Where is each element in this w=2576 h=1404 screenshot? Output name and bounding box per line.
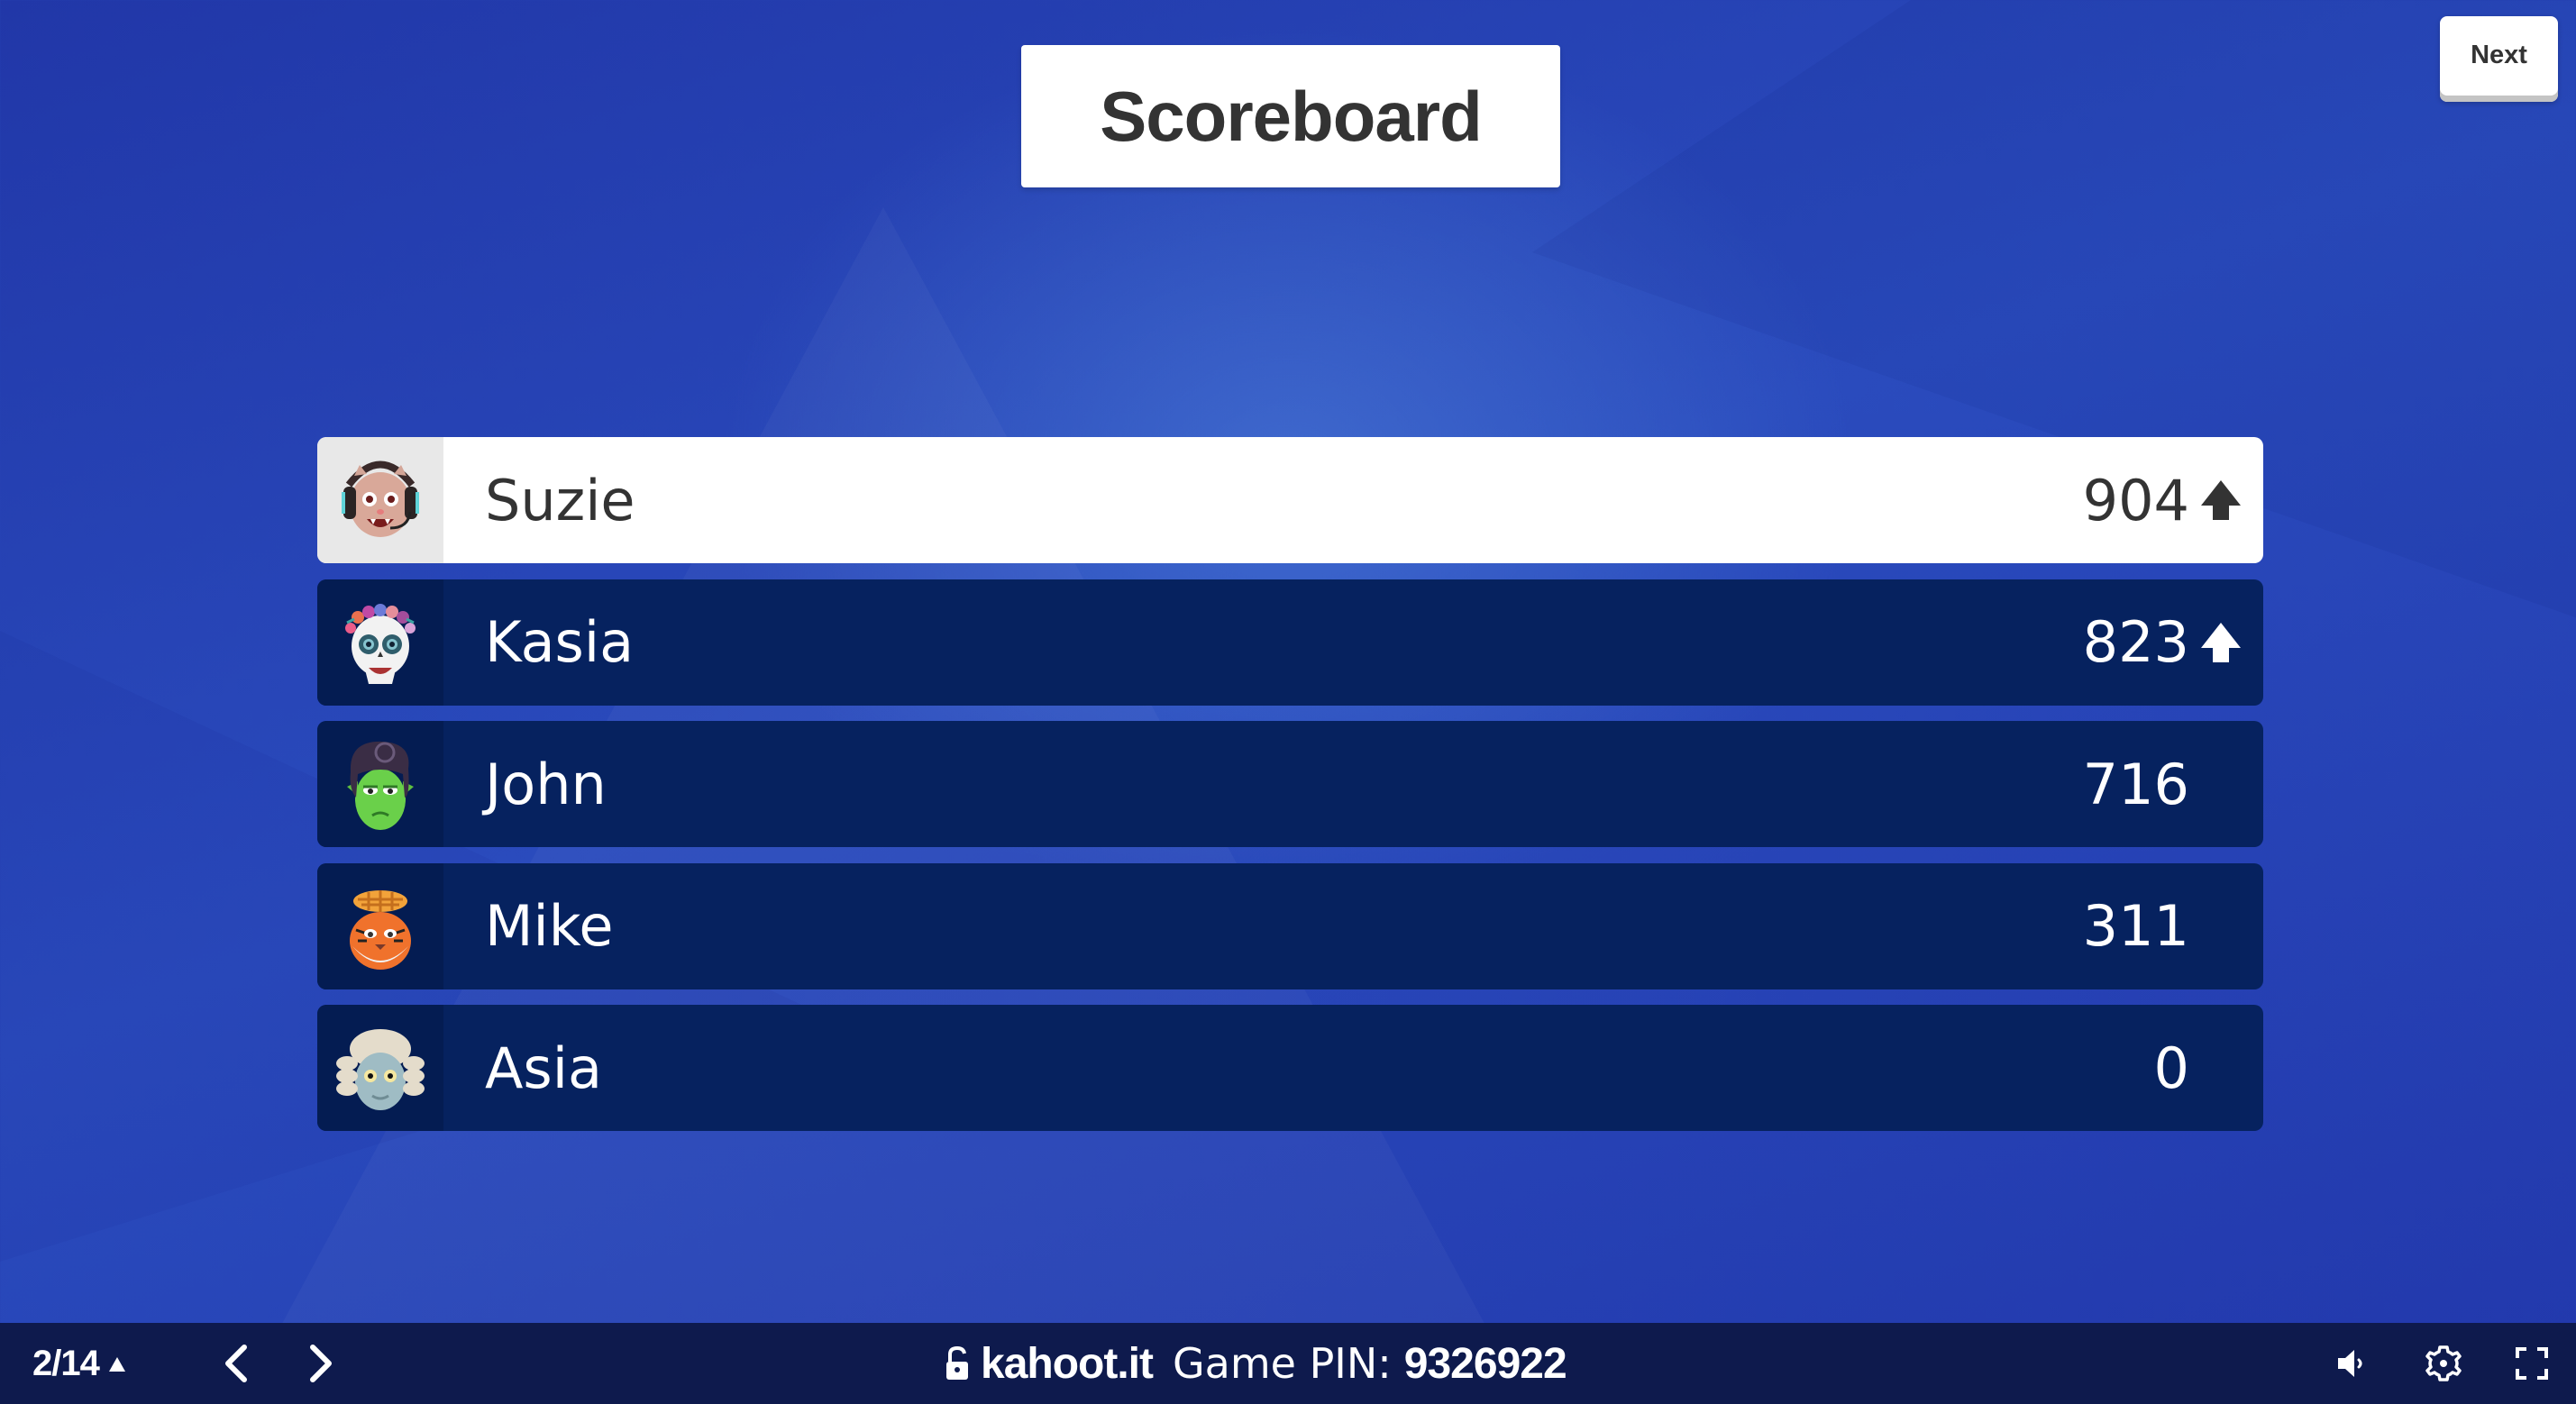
next-slide-button[interactable] — [298, 1341, 343, 1386]
avatar — [317, 721, 443, 847]
tiger-pie-hat-avatar-icon — [350, 890, 411, 970]
game-pin-info: kahoot.it Game PIN: 9326922 — [945, 1323, 1567, 1404]
avatar — [317, 579, 443, 706]
player-name: Asia — [485, 1035, 602, 1101]
judge-wig-avatar-icon — [336, 1028, 425, 1110]
chevron-right-icon — [310, 1345, 332, 1382]
speaker-icon — [2338, 1350, 2362, 1377]
gear-icon — [2425, 1345, 2462, 1381]
game-pin-label: Game PIN: — [1173, 1339, 1392, 1388]
green-alien-pompadour-avatar-icon — [347, 741, 414, 830]
chevron-left-icon — [225, 1345, 247, 1382]
previous-button[interactable] — [214, 1341, 259, 1386]
bottom-bar: 2/14 kahoot.it Game PIN: 9326922 — [0, 1323, 2576, 1404]
player-score: 716 — [2082, 751, 2189, 817]
fullscreen-button[interactable] — [2509, 1341, 2554, 1386]
player-name: Mike — [485, 893, 614, 959]
rank-up-arrow-icon — [2201, 622, 2241, 662]
scoreboard-title-box: Scoreboard — [1021, 45, 1560, 187]
avatar — [317, 1005, 443, 1131]
player-name: Suzie — [485, 467, 635, 533]
rank-up-arrow-icon — [2201, 480, 2241, 520]
player-name: John — [485, 751, 607, 817]
player-score: 311 — [2082, 893, 2189, 959]
avatar — [317, 862, 443, 989]
scoreboard-list: Suzie 904 Kasia 823 John 716 Mike 311 As… — [317, 437, 2263, 1147]
player-score: 823 — [2082, 609, 2189, 675]
scoreboard-row: Mike 311 — [317, 862, 2263, 989]
next-button[interactable]: Next — [2440, 16, 2558, 102]
player-name: Kasia — [485, 609, 635, 675]
flower-crown-skull-avatar-icon — [345, 604, 416, 684]
player-score: 0 — [2153, 1035, 2189, 1101]
player-score: 904 — [2082, 467, 2189, 533]
cat-gamer-headset-avatar-icon — [342, 460, 419, 537]
game-pin-value: 9326922 — [1403, 1339, 1567, 1388]
triangle-up-icon — [108, 1357, 125, 1372]
unlocked-padlock-icon[interactable] — [945, 1345, 970, 1381]
scoreboard-row: Suzie 904 — [317, 437, 2263, 563]
avatar — [317, 437, 443, 563]
page-title: Scoreboard — [1100, 76, 1482, 156]
question-progress-toggle[interactable]: 2/14 — [32, 1323, 126, 1404]
scoreboard-row: Asia 0 — [317, 1005, 2263, 1131]
sound-button[interactable] — [2330, 1341, 2375, 1386]
scoreboard-row: Kasia 823 — [317, 579, 2263, 706]
fullscreen-icon — [2516, 1347, 2548, 1380]
settings-button[interactable] — [2421, 1341, 2466, 1386]
join-url: kahoot.it — [981, 1339, 1154, 1388]
question-progress: 2/14 — [32, 1343, 100, 1383]
scoreboard-row: John 716 — [317, 721, 2263, 847]
